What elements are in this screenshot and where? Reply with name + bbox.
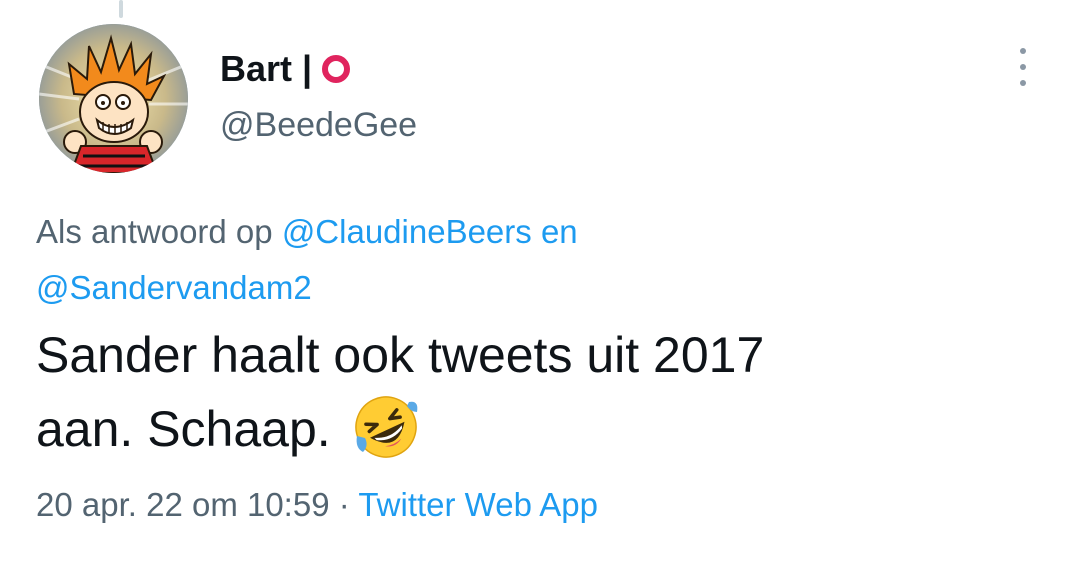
tweet-text: Sander haalt ook tweets uit 2017 aan. Sc… xyxy=(36,318,1036,480)
name-row[interactable]: Bart | xyxy=(220,46,417,92)
user-handle[interactable]: @BeedeGee xyxy=(220,106,417,145)
avatar[interactable] xyxy=(39,24,188,173)
red-circle-icon xyxy=(322,55,351,83)
display-name[interactable]: Bart | xyxy=(220,48,312,90)
author-block: Bart | @BeedeGee xyxy=(220,46,417,145)
thread-connector-line xyxy=(119,0,123,18)
more-dot xyxy=(1020,64,1026,70)
tweet-line: aan. Schaap. xyxy=(36,401,331,457)
source-app-link[interactable]: Twitter Web App xyxy=(358,486,598,523)
tweet-meta: 20 apr. 22 om 10:59 · Twitter Web App xyxy=(36,486,598,524)
tweet-line: Sander haalt ook tweets uit 2017 xyxy=(36,327,765,383)
rolling-laughing-emoji-icon xyxy=(353,394,419,480)
more-dot xyxy=(1020,48,1026,54)
mention-link[interactable]: @Sandervandam2 xyxy=(36,269,312,306)
timestamp[interactable]: 20 apr. 22 om 10:59 xyxy=(36,486,330,523)
mention-link[interactable]: @ClaudineBeers xyxy=(282,213,532,250)
more-options-icon[interactable] xyxy=(1012,48,1034,86)
reply-context: Als antwoord op @ClaudineBeers en @Sande… xyxy=(36,204,996,316)
reply-joiner[interactable]: en xyxy=(541,213,578,250)
tweet-card: Bart | @BeedeGee Als antwoord op @Claudi… xyxy=(0,0,1080,567)
calvin-avatar-icon xyxy=(39,24,188,173)
meta-separator: · xyxy=(338,486,350,523)
reply-prefix: Als antwoord op xyxy=(36,213,273,250)
more-dot xyxy=(1020,80,1026,86)
